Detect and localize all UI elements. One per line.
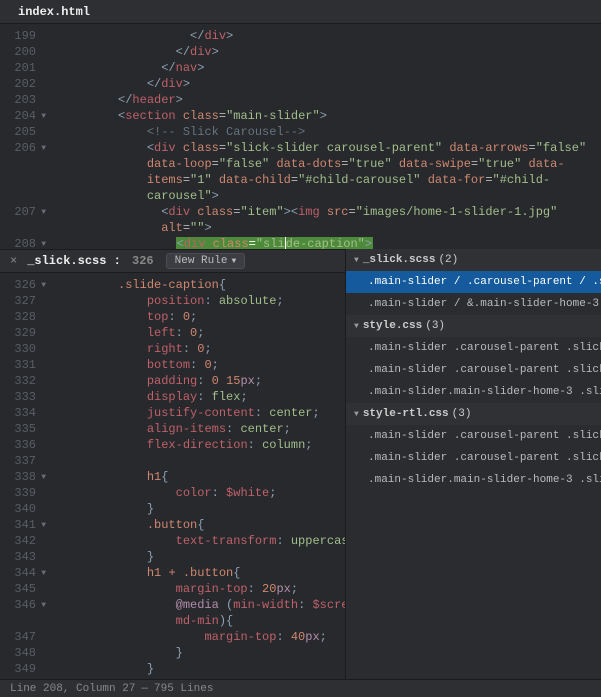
html-editor-pane[interactable]: 199200201202203204205206 207 208 </div> … (0, 24, 601, 249)
rules-file-header[interactable]: ▼style-rtl.css(3) (346, 403, 601, 425)
html-gutter: 199200201202203204205206 207 208 (0, 24, 46, 249)
html-code-area[interactable]: </div> </div> </nav> </div> </header> <s… (46, 24, 601, 249)
rule-row[interactable]: .main-slider .carousel-parent .slick-sli… (346, 447, 601, 469)
related-rules-pane: ▼_slick.scss(2).main-slider / .carousel-… (345, 249, 601, 679)
rule-row[interactable]: .main-slider / .carousel-parent / .slick… (346, 271, 601, 293)
cursor-position: Line 208, Column 27 (10, 683, 135, 695)
close-icon[interactable]: × (0, 254, 27, 268)
quick-edit-filename: _slick.scss : 326 (27, 254, 153, 268)
tab-bar: index.html (0, 0, 601, 24)
rules-file-header[interactable]: ▼_slick.scss(2) (346, 249, 601, 271)
rule-row[interactable]: .main-slider .carousel-parent .slick-sli… (346, 425, 601, 447)
line-count: 795 Lines (154, 683, 213, 695)
css-editor-pane[interactable]: 3263273283293303313323333343353363373383… (0, 273, 345, 679)
rule-row[interactable]: .main-slider / &.main-slider-home-3 / .s… (346, 293, 601, 315)
rules-file-header[interactable]: ▼style.css(3) (346, 315, 601, 337)
rule-row[interactable]: .main-slider .carousel-parent .slick-sli… (346, 359, 601, 381)
css-gutter: 3263273283293303313323333343353363373383… (0, 273, 46, 679)
rule-row[interactable]: .main-slider .carousel-parent .slick-sli… (346, 337, 601, 359)
new-rule-button[interactable]: New Rule ▼ (166, 253, 246, 269)
rule-row[interactable]: .main-slider.main-slider-home-3 .slick-s… (346, 381, 601, 403)
file-tab[interactable]: index.html (8, 1, 100, 23)
rule-row[interactable]: .main-slider.main-slider-home-3 .slick-s… (346, 469, 601, 491)
css-code-area[interactable]: .slide-caption{ position: absolute; top:… (46, 273, 345, 679)
chevron-down-icon: ▼ (231, 257, 236, 266)
status-bar: Line 208, Column 27 — 795 Lines (0, 679, 601, 697)
